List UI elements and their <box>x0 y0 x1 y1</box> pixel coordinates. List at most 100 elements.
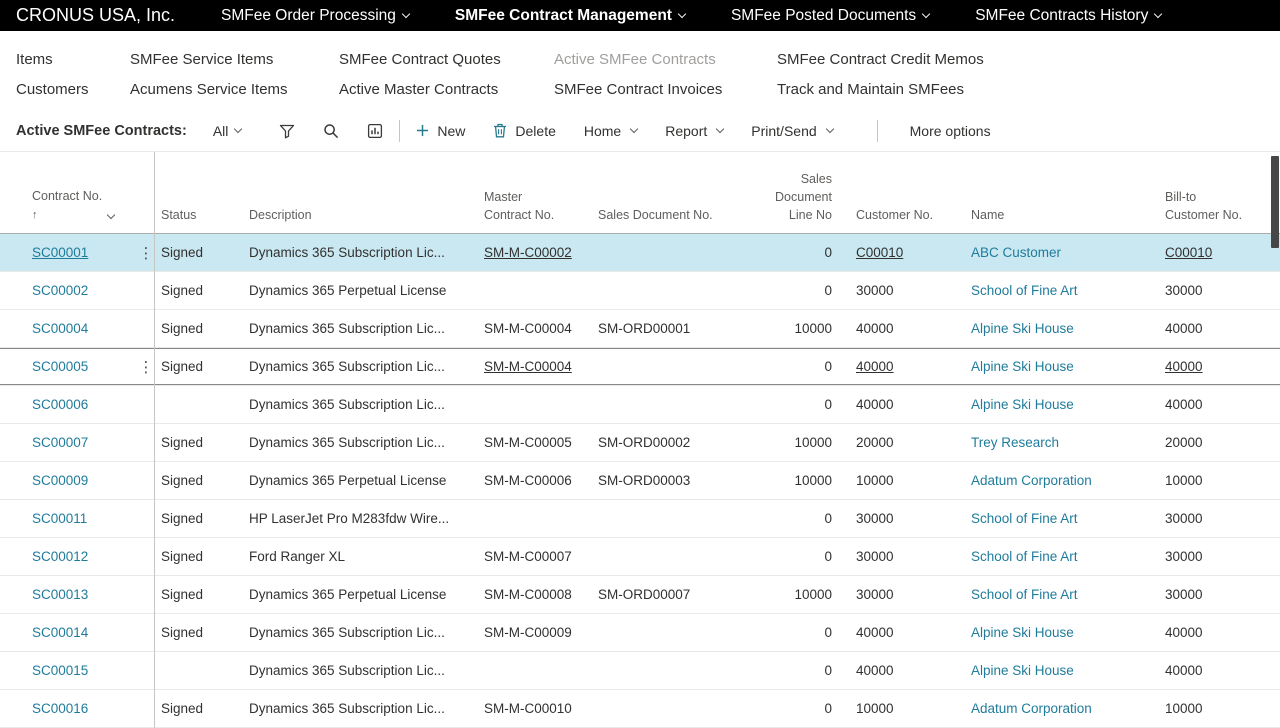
top-menu-contract-management[interactable]: SMFee Contract Management <box>455 7 685 25</box>
top-menu-order-processing[interactable]: SMFee Order Processing <box>221 7 409 25</box>
table-row[interactable]: SC00013SignedDynamics 365 Perpetual Lice… <box>0 576 1280 614</box>
top-menu-posted-documents[interactable]: SMFee Posted Documents <box>731 7 929 25</box>
column-header-master-contract-no[interactable]: Master Contract No. <box>484 188 598 233</box>
cell-contract-no[interactable]: SC00011 <box>0 511 138 526</box>
cell-status[interactable]: Signed <box>154 511 249 526</box>
table-row[interactable]: SC00016 SignedDynamics 365 Subscription L… <box>0 690 1280 728</box>
cell-bill-to-customer-no[interactable]: 10000 <box>1165 701 1280 716</box>
vertical-scrollbar[interactable] <box>1270 152 1280 728</box>
cell-customer-no[interactable]: 10000 <box>840 473 963 488</box>
nav-item-smfee-contract-quotes[interactable]: SMFee Contract Quotes <box>339 51 501 68</box>
cell-sales-document-no[interactable]: SM-ORD00007 <box>598 587 712 602</box>
cell-name[interactable]: Alpine Ski House <box>963 663 1165 678</box>
cell-name[interactable]: School of Fine Art <box>963 587 1165 602</box>
column-header-customer-no[interactable]: Customer No. <box>840 206 963 233</box>
cell-name[interactable]: Alpine Ski House <box>963 359 1165 374</box>
cell-bill-to-customer-no[interactable]: 30000 <box>1165 283 1280 298</box>
column-header-description[interactable]: Description <box>249 206 484 233</box>
cell-customer-no[interactable]: 40000 <box>840 663 963 678</box>
cell-status[interactable]: Signed <box>154 283 249 298</box>
cell-name[interactable]: Alpine Ski House <box>963 397 1165 412</box>
cell-customer-no[interactable]: 10000 <box>840 701 963 716</box>
cell-description[interactable]: Dynamics 365 Subscription Lic... <box>249 663 484 678</box>
cell-description[interactable]: Dynamics 365 Perpetual License <box>249 473 484 488</box>
cell-status[interactable]: Signed <box>154 473 249 488</box>
cell-sales-document-line-no[interactable]: 0 <box>712 245 840 260</box>
column-header-status[interactable]: Status <box>154 206 249 233</box>
cell-sales-document-line-no[interactable]: 0 <box>712 625 840 640</box>
cell-description[interactable]: Dynamics 365 Subscription Lic... <box>249 435 484 450</box>
table-row[interactable]: SC00005⋮SignedDynamics 365 Subscription … <box>0 348 1280 386</box>
cell-sales-document-line-no[interactable]: 0 <box>712 283 840 298</box>
cell-description[interactable]: Dynamics 365 Subscription Lic... <box>249 321 484 336</box>
cell-description[interactable]: HP LaserJet Pro M283fdw Wire... <box>249 511 484 526</box>
cell-bill-to-customer-no[interactable]: C00010 <box>1165 245 1280 260</box>
cell-customer-no[interactable]: 30000 <box>840 549 963 564</box>
nav-item-smfee-contract-invoices[interactable]: SMFee Contract Invoices <box>554 81 722 98</box>
scrollbar-thumb[interactable] <box>1271 156 1279 248</box>
cell-master-contract-no[interactable]: SM-M-C00004 <box>484 359 598 374</box>
cell-customer-no[interactable]: 40000 <box>840 625 963 640</box>
cell-description[interactable]: Dynamics 365 Perpetual License <box>249 283 484 298</box>
nav-item-smfee-contract-credit-memos[interactable]: SMFee Contract Credit Memos <box>777 51 984 68</box>
row-menu[interactable]: ⋮ <box>138 358 154 376</box>
cell-name[interactable]: Trey Research <box>963 435 1165 450</box>
nav-item-smfee-service-items[interactable]: SMFee Service Items <box>130 51 273 68</box>
cell-master-contract-no[interactable]: SM-M-C00004 <box>484 321 598 336</box>
cell-bill-to-customer-no[interactable]: 40000 <box>1165 359 1280 374</box>
cell-status[interactable]: Signed <box>154 701 249 716</box>
cell-status[interactable]: Signed <box>154 435 249 450</box>
cell-description[interactable]: Dynamics 365 Subscription Lic... <box>249 245 484 260</box>
cell-status[interactable]: Signed <box>154 549 249 564</box>
print-send-menu-button[interactable]: Print/Send <box>751 123 832 139</box>
cell-sales-document-line-no[interactable]: 0 <box>712 549 840 564</box>
cell-contract-no[interactable]: SC00012 <box>0 549 138 564</box>
nav-item-customers[interactable]: Customers <box>16 81 89 98</box>
cell-name[interactable]: School of Fine Art <box>963 511 1165 526</box>
table-row[interactable]: SC00007SignedDynamics 365 Subscription L… <box>0 424 1280 462</box>
table-row[interactable]: SC00009SignedDynamics 365 Perpetual Lice… <box>0 462 1280 500</box>
cell-customer-no[interactable]: 20000 <box>840 435 963 450</box>
more-options-button[interactable]: More options <box>910 123 991 139</box>
home-menu-button[interactable]: Home <box>584 123 637 139</box>
table-row[interactable]: SC00015Dynamics 365 Subscription Lic...0… <box>0 652 1280 690</box>
cell-contract-no[interactable]: SC00013 <box>0 587 138 602</box>
search-icon[interactable] <box>323 123 339 139</box>
cell-description[interactable]: Ford Ranger XL <box>249 549 484 564</box>
cell-customer-no[interactable]: 40000 <box>840 321 963 336</box>
cell-bill-to-customer-no[interactable]: 30000 <box>1165 511 1280 526</box>
nav-item-acumens-service-items[interactable]: Acumens Service Items <box>130 81 288 98</box>
cell-bill-to-customer-no[interactable]: 40000 <box>1165 663 1280 678</box>
cell-status[interactable]: Signed <box>154 359 249 374</box>
cell-master-contract-no[interactable]: SM-M-C00009 <box>484 625 598 640</box>
table-row[interactable]: SC00006Dynamics 365 Subscription Lic...0… <box>0 386 1280 424</box>
cell-sales-document-line-no[interactable]: 10000 <box>712 587 840 602</box>
cell-sales-document-line-no[interactable]: 0 <box>712 663 840 678</box>
cell-bill-to-customer-no[interactable]: 20000 <box>1165 435 1280 450</box>
cell-name[interactable]: School of Fine Art <box>963 283 1165 298</box>
cell-bill-to-customer-no[interactable]: 40000 <box>1165 625 1280 640</box>
cell-customer-no[interactable]: 30000 <box>840 511 963 526</box>
cell-description[interactable]: Dynamics 365 Subscription Lic... <box>249 397 484 412</box>
cell-bill-to-customer-no[interactable]: 10000 <box>1165 473 1280 488</box>
cell-master-contract-no[interactable]: SM-M-C00006 <box>484 473 598 488</box>
cell-contract-no[interactable]: SC00005 <box>0 359 138 374</box>
cell-status[interactable]: Signed <box>154 625 249 640</box>
cell-bill-to-customer-no[interactable]: 30000 <box>1165 549 1280 564</box>
cell-name[interactable]: School of Fine Art <box>963 549 1165 564</box>
table-row[interactable]: SC00012SignedFord Ranger XLSM-M-C0000703… <box>0 538 1280 576</box>
nav-item-active-master-contracts[interactable]: Active Master Contracts <box>339 81 498 98</box>
company-name[interactable]: CRONUS USA, Inc. <box>16 5 175 26</box>
nav-item-items[interactable]: Items <box>16 51 53 68</box>
table-row[interactable]: SC00001⋮SignedDynamics 365 Subscription … <box>0 234 1280 272</box>
row-menu[interactable]: ⋮ <box>138 244 154 262</box>
cell-master-contract-no[interactable]: SM-M-C00008 <box>484 587 598 602</box>
cell-description[interactable]: Dynamics 365 Perpetual License <box>249 587 484 602</box>
cell-name[interactable]: Adatum Corporation <box>963 473 1165 488</box>
cell-contract-no[interactable]: SC00016 <box>0 701 138 716</box>
delete-button[interactable]: Delete <box>493 123 555 139</box>
view-filter-dropdown[interactable]: All <box>213 123 242 139</box>
cell-sales-document-no[interactable]: SM-ORD00003 <box>598 473 712 488</box>
cell-description[interactable]: Dynamics 365 Subscription Lic... <box>249 701 484 716</box>
cell-sales-document-line-no[interactable]: 10000 <box>712 435 840 450</box>
